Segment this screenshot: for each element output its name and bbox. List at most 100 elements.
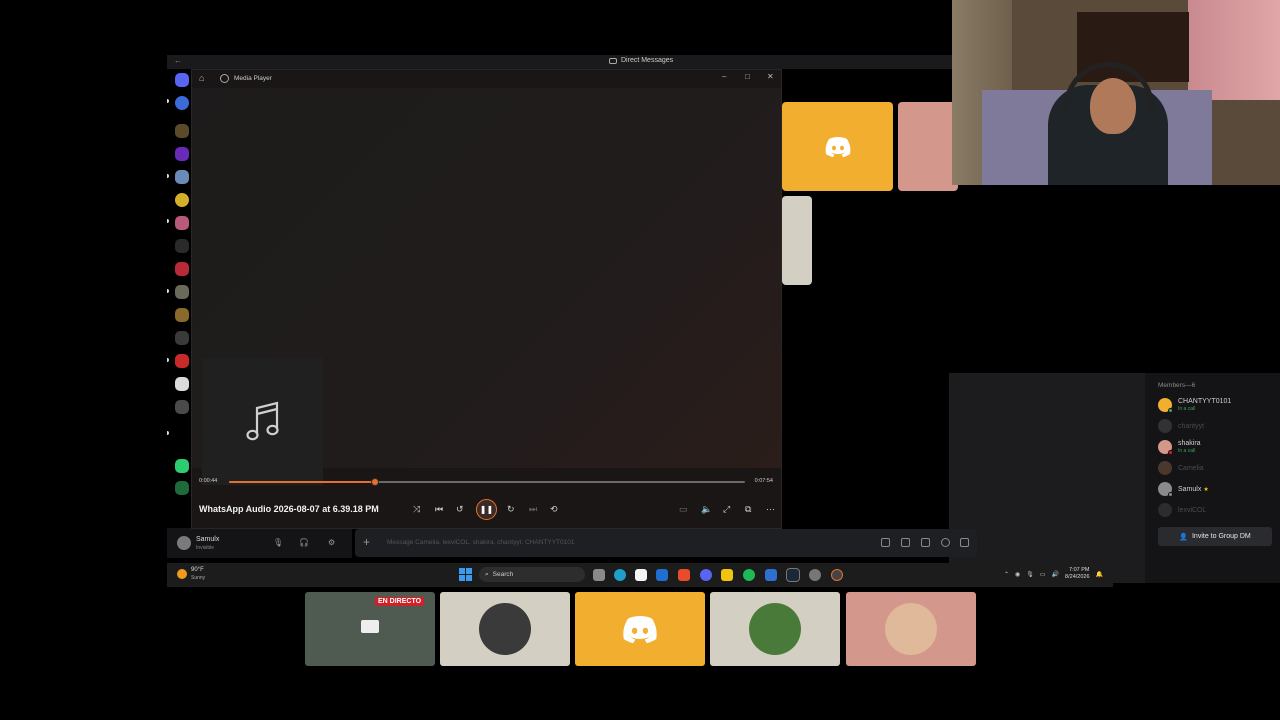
photos-icon[interactable] — [765, 569, 777, 581]
taskbar-search[interactable]: ⌕ Search — [479, 567, 585, 582]
headphones-icon[interactable]: 🎧 — [299, 538, 309, 547]
call-tile[interactable] — [782, 196, 812, 285]
server-icon[interactable] — [175, 239, 189, 253]
member-item[interactable]: lexviCOL — [1158, 500, 1206, 520]
home-icon[interactable]: ⌂ — [199, 73, 204, 83]
avatar — [885, 603, 937, 655]
server-icon[interactable] — [175, 216, 189, 230]
live-badge: EN DIRECTO — [375, 597, 425, 606]
edge-icon[interactable] — [614, 569, 626, 581]
settings-icon[interactable] — [809, 569, 821, 581]
volume-icon[interactable]: 🔈 — [701, 504, 712, 515]
repeat-icon[interactable]: ⟲ — [550, 504, 558, 515]
pause-icon: ❚❚ — [479, 505, 494, 514]
steam-icon[interactable] — [786, 568, 800, 582]
server-icon[interactable] — [175, 73, 189, 87]
rewind-10-icon[interactable]: ↺ — [456, 504, 464, 515]
battery-icon[interactable]: ▭ — [1040, 571, 1046, 578]
member-item[interactable]: Samulx ★ — [1158, 479, 1209, 499]
seek-bar[interactable] — [229, 478, 745, 486]
maximize-icon[interactable]: □ — [745, 72, 750, 81]
call-tile[interactable] — [846, 592, 976, 666]
brave-icon[interactable] — [678, 569, 690, 581]
server-icon[interactable] — [175, 170, 189, 184]
apps-icon[interactable] — [960, 538, 969, 547]
previous-track-icon[interactable]: ⏮ — [435, 504, 443, 515]
window-title: Media Player — [234, 75, 272, 82]
call-tile-discord[interactable] — [575, 592, 705, 666]
add-attachment-icon[interactable]: + — [363, 535, 370, 549]
member-item[interactable]: Camelia — [1158, 458, 1204, 478]
server-icon[interactable] — [175, 96, 189, 110]
server-icon[interactable] — [175, 193, 189, 207]
members-header: Members—6 — [1158, 382, 1196, 389]
avatar — [1158, 503, 1172, 517]
message-input[interactable]: Message Camelia, lexviCOL, shakira, chan… — [387, 539, 575, 546]
clock[interactable]: 7:07 PM 8/24/2026 — [1065, 567, 1089, 581]
mail-icon[interactable] — [656, 569, 668, 581]
file-explorer-icon[interactable] — [721, 569, 733, 581]
call-tile[interactable] — [710, 592, 840, 666]
volume-icon[interactable]: 🔊 — [1052, 571, 1059, 578]
discord-icon[interactable] — [700, 569, 712, 581]
avatar — [1158, 419, 1172, 433]
server-icon[interactable] — [175, 354, 189, 368]
avatar[interactable] — [177, 536, 191, 550]
next-track-icon[interactable]: ⏭ — [529, 504, 537, 515]
server-icon[interactable] — [175, 308, 189, 322]
server-icon[interactable] — [175, 285, 189, 299]
call-tile-stream[interactable]: EN DIRECTO — [305, 592, 435, 666]
avatar — [1158, 440, 1173, 455]
server-icon[interactable] — [175, 124, 189, 138]
member-item[interactable]: CHANTYYT0101 In a call — [1158, 395, 1231, 415]
server-icon[interactable] — [175, 147, 189, 161]
discord-window-title: Direct Messages — [609, 57, 673, 64]
close-icon[interactable]: ✕ — [767, 72, 774, 81]
emoji-icon[interactable] — [941, 538, 950, 547]
mini-player-icon[interactable]: ⧉ — [745, 504, 751, 515]
seek-bar-thumb[interactable] — [371, 478, 380, 486]
more-options-icon[interactable]: ⋯ — [766, 504, 775, 515]
discover-icon[interactable] — [175, 481, 189, 495]
media-player-window: ⌂ Media Player – □ ✕ 0:00:44 0:07:54 Wha… — [191, 69, 782, 529]
server-icon[interactable] — [175, 331, 189, 345]
add-server-icon[interactable] — [175, 459, 189, 473]
fullscreen-icon[interactable]: ⤢ — [723, 504, 730, 515]
gif-icon[interactable] — [901, 538, 910, 547]
store-icon[interactable] — [635, 569, 647, 581]
spotify-icon[interactable] — [743, 569, 755, 581]
server-icon[interactable] — [175, 400, 189, 414]
gear-icon[interactable]: ⚙ — [328, 538, 335, 547]
gift-icon[interactable] — [881, 538, 890, 547]
user-panel: Samulx Invisible 🎙 🎧 ⚙ — [167, 528, 352, 558]
invite-to-group-dm-button[interactable]: 👤 Invite to Group DM — [1158, 527, 1272, 546]
weather-sun-icon[interactable] — [177, 569, 187, 579]
member-item[interactable]: shakira In a call — [1158, 437, 1201, 457]
message-composer[interactable]: + Message Camelia, lexviCOL, shakira, ch… — [355, 529, 977, 557]
server-icon[interactable] — [175, 377, 189, 391]
seek-bar-progress — [229, 481, 376, 483]
subtitles-icon[interactable]: ▭ — [679, 504, 688, 515]
call-tile[interactable] — [898, 102, 958, 191]
microphone-icon[interactable]: 🎙 — [273, 538, 283, 547]
chevron-up-icon[interactable]: ⌃ — [1004, 571, 1009, 578]
task-view-icon[interactable] — [593, 569, 605, 581]
member-item[interactable]: chantyyt — [1158, 416, 1204, 436]
microphone-icon[interactable]: 🎙 — [1026, 571, 1034, 578]
start-button[interactable] — [459, 568, 472, 581]
minimize-icon[interactable]: – — [722, 72, 726, 81]
server-icon[interactable] — [175, 262, 189, 276]
call-tile[interactable] — [440, 592, 570, 666]
music-note-icon — [245, 401, 279, 440]
shuffle-icon[interactable]: ⤨ — [413, 504, 420, 515]
media-player-icon[interactable] — [831, 569, 843, 581]
notification-bell-icon[interactable]: 🔔 — [1096, 571, 1103, 578]
pause-button[interactable]: ❚❚ — [476, 499, 497, 520]
network-icon[interactable]: ◉ — [1015, 571, 1020, 578]
call-tile-discord[interactable] — [782, 102, 893, 191]
back-arrow-icon[interactable]: ← — [174, 56, 182, 65]
discord-logo-icon — [623, 616, 657, 643]
sticker-icon[interactable] — [921, 538, 930, 547]
forward-30-icon[interactable]: ↻ — [507, 504, 515, 515]
member-list: Members—6 CHANTYYT0101 In a call chantyyt… — [1145, 373, 1280, 583]
